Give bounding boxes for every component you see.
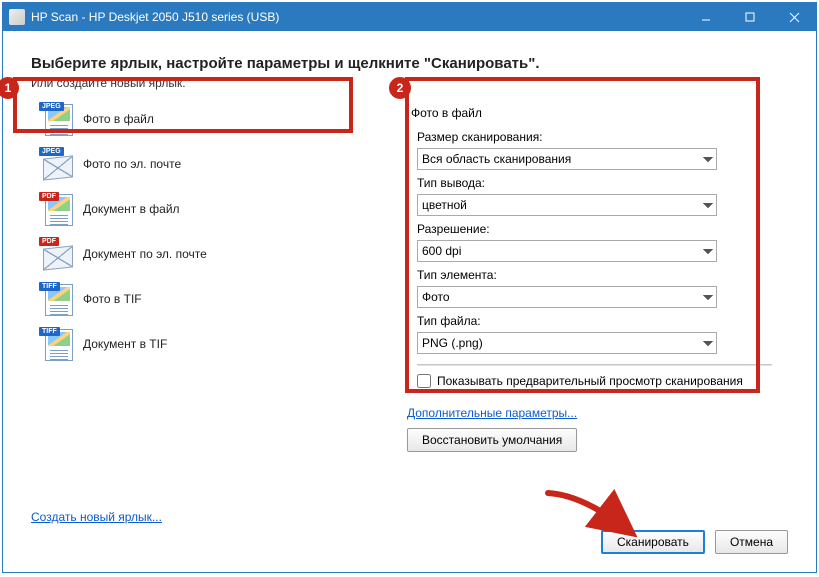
maximize-button[interactable] <box>728 3 772 31</box>
scan-size-label: Размер сканирования: <box>417 130 778 144</box>
shortcut-label: Документ в файл <box>83 202 180 216</box>
envelope-icon: JPEG <box>39 147 73 181</box>
preview-checkbox-label: Показывать предварительный просмотр скан… <box>437 374 743 388</box>
maximize-icon <box>745 12 755 22</box>
divider <box>417 364 772 366</box>
panel-title: Фото в файл <box>411 106 778 120</box>
shortcut-label: Документ по эл. почте <box>83 247 207 261</box>
titlebar: HP Scan - HP Deskjet 2050 J510 series (U… <box>3 3 816 31</box>
shortcut-label: Фото по эл. почте <box>83 157 181 171</box>
minimize-button[interactable] <box>684 3 728 31</box>
annotation-badge-2: 2 <box>389 77 411 99</box>
annotation-badge-1: 1 <box>0 77 19 99</box>
page-heading: Выберите ярлык, настройте параметры и ще… <box>31 55 788 72</box>
shortcut-item[interactable]: TIFF Документ в TIF <box>31 321 391 366</box>
output-type-select[interactable]: цветной <box>417 194 717 216</box>
window: HP Scan - HP Deskjet 2050 J510 series (U… <box>2 2 817 573</box>
format-badge: JPEG <box>39 147 64 156</box>
format-badge: PDF <box>39 237 59 246</box>
app-icon <box>9 9 25 25</box>
format-badge: TIFF <box>39 282 60 291</box>
shortcut-item[interactable]: TIFF Фото в TIF <box>31 276 391 321</box>
preview-checkbox[interactable] <box>417 374 431 388</box>
extra-params-link[interactable]: Дополнительные параметры... <box>407 406 577 420</box>
resolution-select[interactable]: 600 dpi <box>417 240 717 262</box>
file-type-label: Тип файла: <box>417 314 778 328</box>
format-badge: PDF <box>39 192 59 201</box>
document-icon: PDF <box>39 192 73 226</box>
document-icon: TIFF <box>39 282 73 316</box>
cancel-button[interactable]: Отмена <box>715 530 788 554</box>
close-button[interactable] <box>772 3 816 31</box>
shortcut-item[interactable]: JPEG Фото в файл <box>31 96 391 141</box>
close-icon <box>789 12 800 23</box>
format-badge: TIFF <box>39 327 60 336</box>
shortcut-item[interactable]: PDF Документ в файл <box>31 186 391 231</box>
scan-size-select[interactable]: Вся область сканирования <box>417 148 717 170</box>
restore-defaults-button[interactable]: Восстановить умолчания <box>407 428 577 452</box>
resolution-label: Разрешение: <box>417 222 778 236</box>
annotation-arrow <box>543 485 643 545</box>
shortcut-label: Фото в файл <box>83 112 154 126</box>
shortcut-item[interactable]: PDF Документ по эл. почте <box>31 231 391 276</box>
shortcut-item[interactable]: JPEG Фото по эл. почте <box>31 141 391 186</box>
shortcut-label: Фото в TIF <box>83 292 142 306</box>
file-type-select[interactable]: PNG (.png) <box>417 332 717 354</box>
document-icon: TIFF <box>39 327 73 361</box>
create-shortcut-link[interactable]: Создать новый ярлык... <box>31 510 162 524</box>
shortcut-list: JPEG Фото в файл JPEG Фото по эл. почте PDF Д… <box>31 96 391 452</box>
document-icon: JPEG <box>39 102 73 136</box>
item-type-label: Тип элемента: <box>417 268 778 282</box>
window-title: HP Scan - HP Deskjet 2050 J510 series (U… <box>31 10 279 24</box>
format-badge: JPEG <box>39 102 64 111</box>
item-type-select[interactable]: Фото <box>417 286 717 308</box>
minimize-icon <box>701 12 711 22</box>
output-type-label: Тип вывода: <box>417 176 778 190</box>
settings-panel: Фото в файл Размер сканирования: Вся обл… <box>401 98 788 398</box>
envelope-icon: PDF <box>39 237 73 271</box>
shortcut-label: Документ в TIF <box>83 337 167 351</box>
